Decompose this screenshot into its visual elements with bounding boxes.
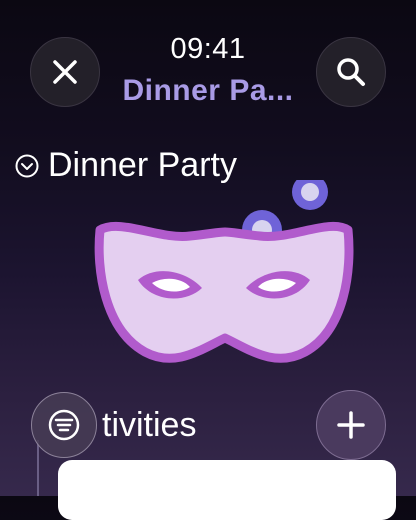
filter-icon <box>48 409 80 441</box>
add-activity-button[interactable] <box>316 390 386 460</box>
search-button[interactable] <box>316 37 386 107</box>
filter-button[interactable] <box>31 392 97 458</box>
search-icon <box>337 58 365 86</box>
party-mask-icon <box>94 180 354 363</box>
chevron-down-circle-icon <box>15 154 39 177</box>
timeline-line <box>37 440 39 496</box>
plus-icon <box>337 411 365 439</box>
activities-label: tivities <box>102 406 197 444</box>
activity-card[interactable] <box>58 460 396 520</box>
